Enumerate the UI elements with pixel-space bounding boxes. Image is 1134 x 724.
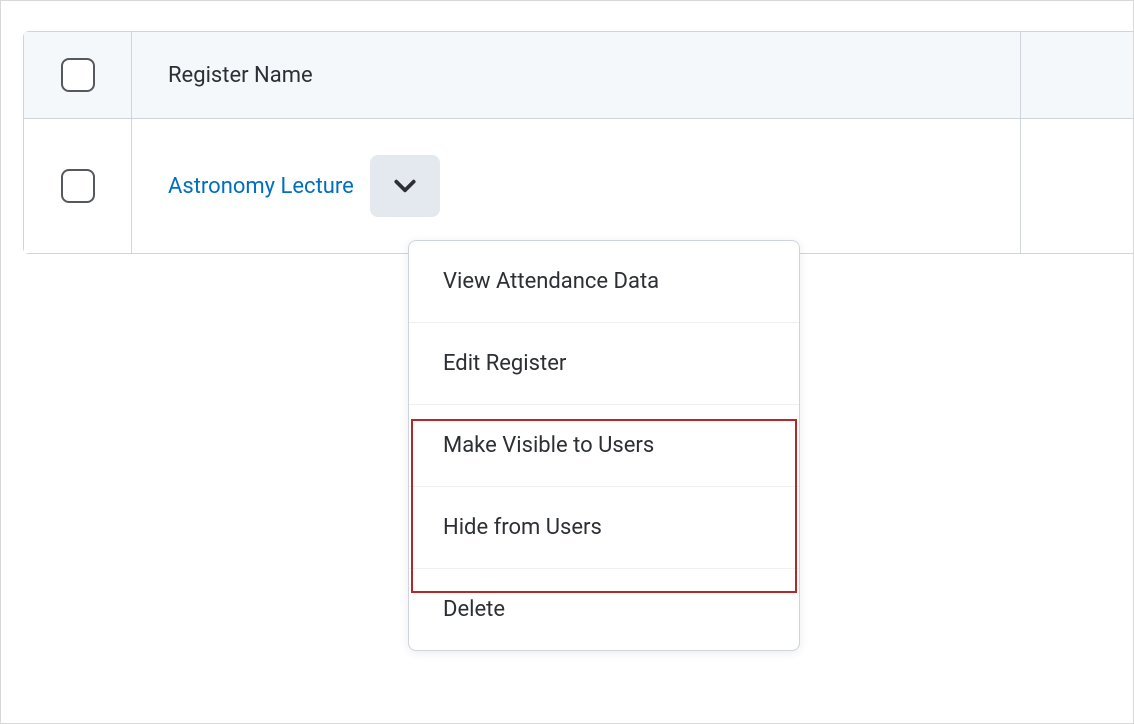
menu-hide-from-users[interactable]: Hide from Users <box>409 487 799 569</box>
register-table: Register Name Astronomy Lecture <box>23 31 1133 254</box>
select-all-checkbox[interactable] <box>61 58 95 92</box>
row-checkbox[interactable] <box>61 169 95 203</box>
chevron-down-icon <box>392 173 418 199</box>
menu-edit-register[interactable]: Edit Register <box>409 323 799 405</box>
header-name-cell: Register Name <box>132 32 1021 118</box>
row-checkbox-cell <box>24 119 132 253</box>
table-row: Astronomy Lecture <box>24 119 1133 253</box>
table-header-row: Register Name <box>24 32 1133 119</box>
header-checkbox-cell <box>24 32 132 118</box>
actions-dropdown: View Attendance Data Edit Register Make … <box>408 240 800 651</box>
column-header-name: Register Name <box>168 63 313 88</box>
menu-make-visible[interactable]: Make Visible to Users <box>409 405 799 487</box>
register-name-link[interactable]: Astronomy Lecture <box>168 174 354 199</box>
menu-delete[interactable]: Delete <box>409 569 799 650</box>
row-name-cell: Astronomy Lecture <box>132 119 1021 253</box>
header-tail-cell <box>1021 32 1133 118</box>
row-actions-button[interactable] <box>370 155 440 217</box>
menu-view-attendance[interactable]: View Attendance Data <box>409 241 799 323</box>
row-tail-cell <box>1021 119 1133 253</box>
